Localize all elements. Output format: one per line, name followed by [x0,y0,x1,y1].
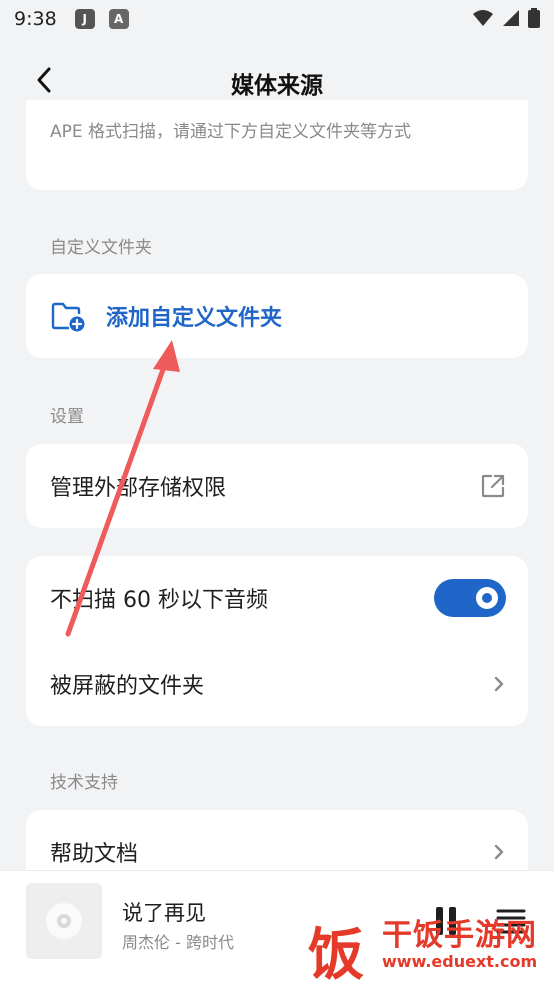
battery-icon [528,8,540,28]
skip-short-audio-label: 不扫描 60 秒以下音频 [50,588,268,613]
scan-description-text: APE 格式扫描，请通过下方自定义文件夹等方式 [50,122,412,142]
scan-options-card: 不扫描 60 秒以下音频 被屏蔽的文件夹 [26,556,528,726]
wifi-icon [473,10,493,26]
skip-short-audio-item: 不扫描 60 秒以下音频 [26,556,528,640]
section-label-settings: 设置 [50,407,84,427]
album-art[interactable] [26,883,102,959]
toggle-knob [476,587,498,609]
status-time: 9:38 [14,8,57,30]
section-label-support: 技术支持 [50,773,118,793]
watermark-logo: 饭 [308,922,364,984]
song-artist: 周杰伦 - 跨时代 [122,933,234,952]
disc-icon [46,903,82,939]
add-folder-icon [51,302,85,332]
section-label-custom-folder: 自定义文件夹 [50,238,152,258]
external-link-icon [481,474,505,498]
storage-permission-card: 管理外部存储权限 [26,444,528,528]
signal-icon [503,10,519,26]
notification-app-icon: A [108,9,129,29]
watermark: 饭 干饭手游网 www.eduext.com [300,906,554,984]
watermark-url: www.eduext.com [382,952,538,971]
status-bar: 9:38 J A [0,0,554,38]
page-title: 媒体来源 [231,73,323,99]
add-custom-folder-label: 添加自定义文件夹 [106,306,283,331]
blocked-folders-item[interactable]: 被屏蔽的文件夹 [26,642,528,726]
chevron-right-icon [494,676,504,692]
skip-short-audio-toggle[interactable] [434,579,506,617]
watermark-site-name: 干饭手游网 [382,918,537,953]
add-custom-folder-button[interactable]: 添加自定义文件夹 [26,274,528,358]
blocked-folders-label: 被屏蔽的文件夹 [50,674,205,699]
scan-description-card: APE 格式扫描，请通过下方自定义文件夹等方式 [26,100,528,190]
custom-folder-card: 添加自定义文件夹 [26,274,528,358]
help-docs-label: 帮助文档 [50,842,139,867]
song-title: 说了再见 [122,901,206,925]
chevron-right-icon [494,844,504,860]
storage-permission-item[interactable]: 管理外部存储权限 [26,444,528,528]
storage-permission-label: 管理外部存储权限 [50,476,227,501]
status-icons [472,8,540,28]
notification-app-icon: J [74,9,95,29]
